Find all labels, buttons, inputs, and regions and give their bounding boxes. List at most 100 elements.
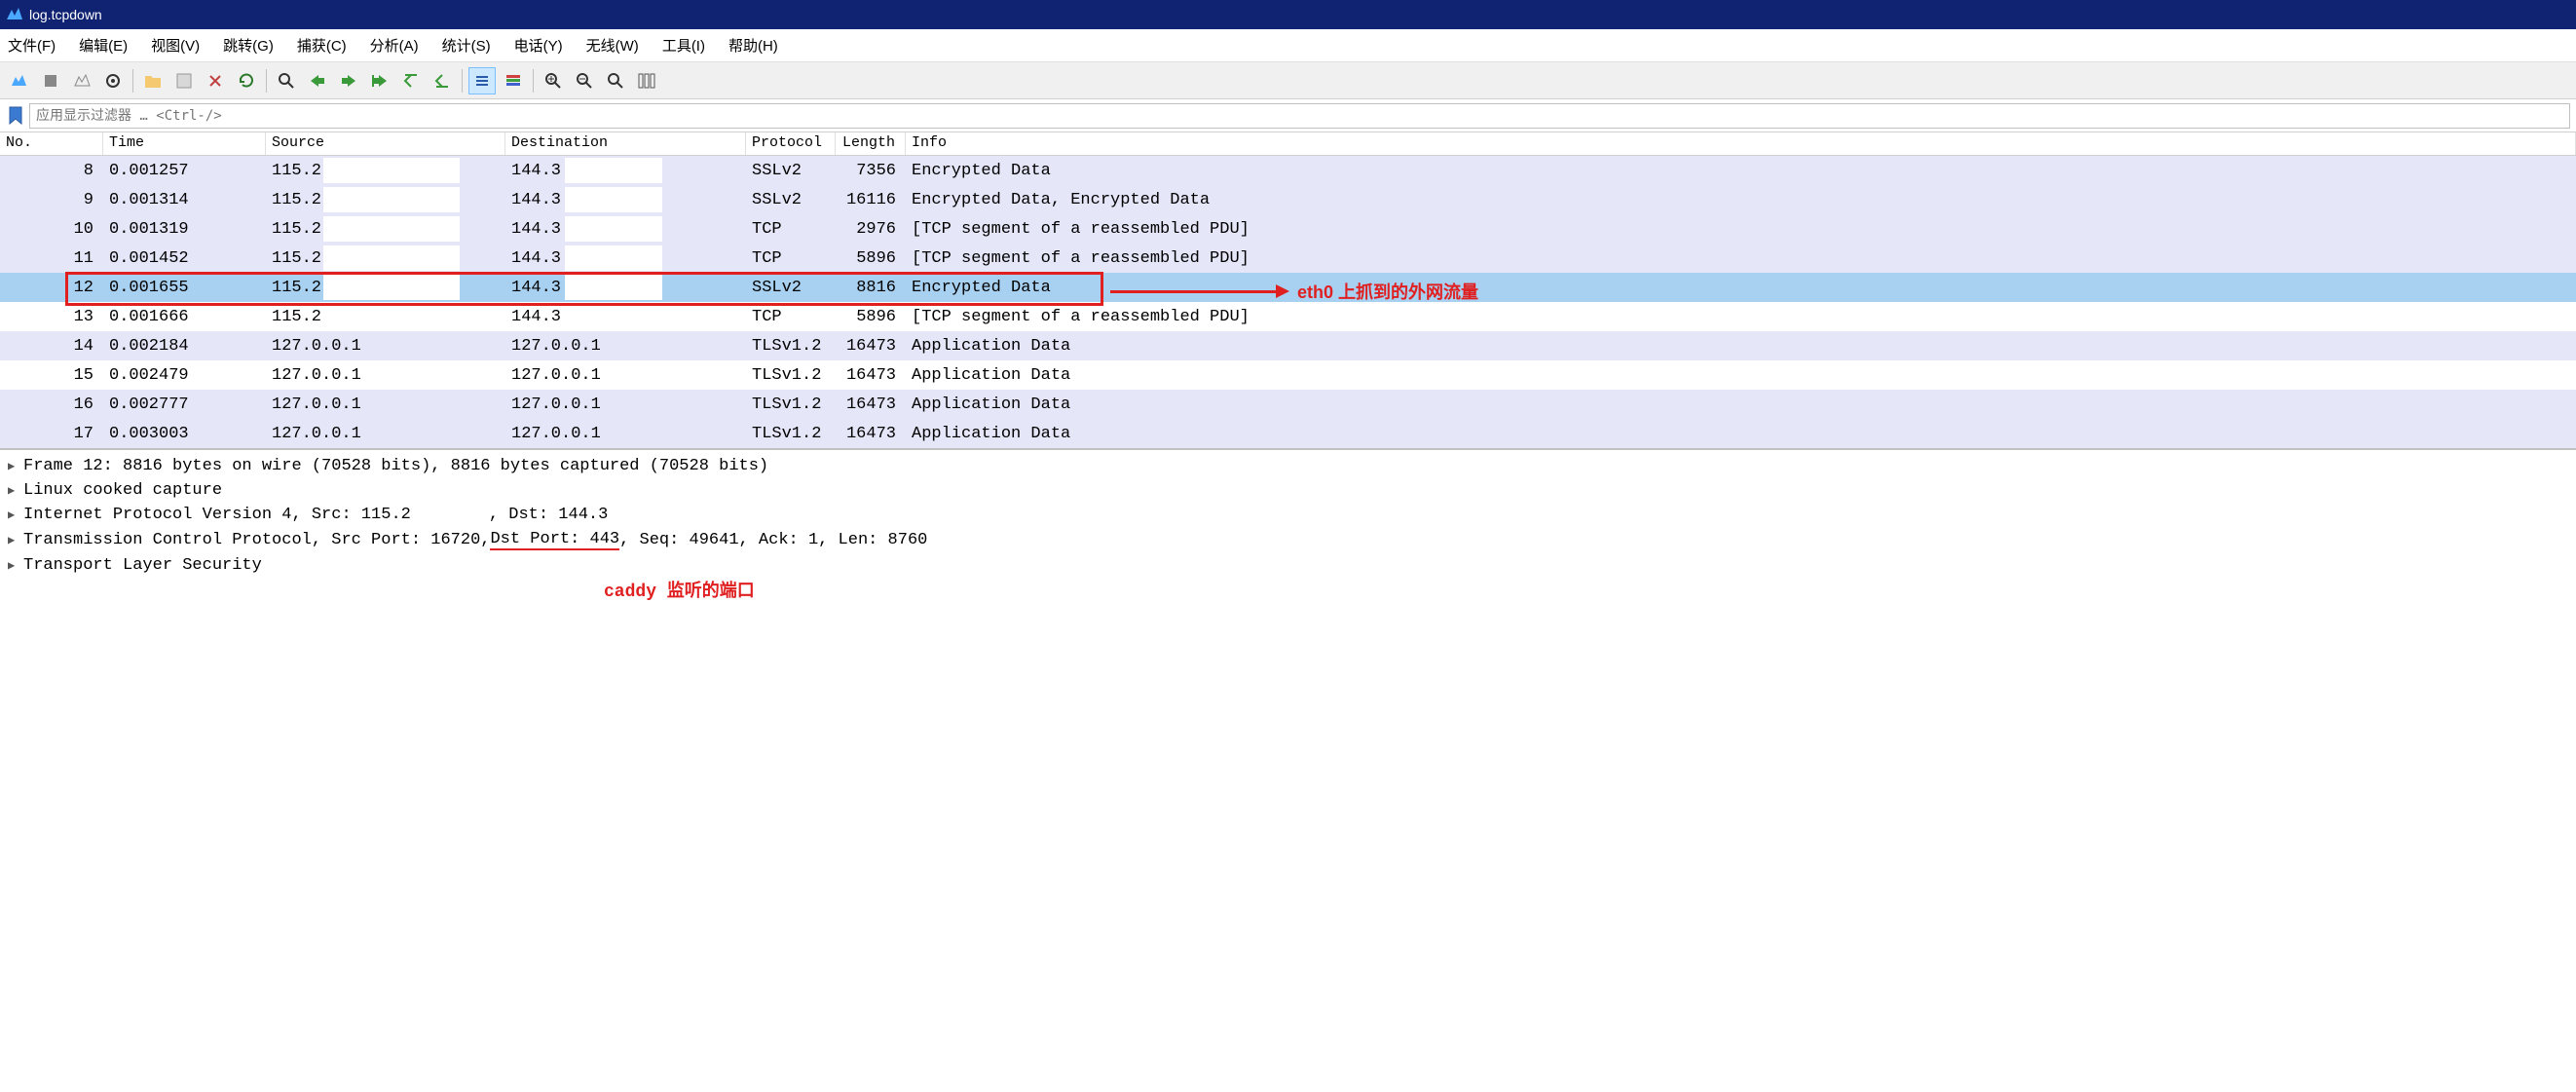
cell-protocol: SSLv2 xyxy=(746,277,836,299)
menu-telephony[interactable]: 电话(Y) xyxy=(514,35,563,56)
detail-tcp[interactable]: ▶ Transmission Control Protocol, Src Por… xyxy=(0,527,2576,553)
cell-info: Application Data xyxy=(906,364,2576,387)
menu-capture[interactable]: 捕获(C) xyxy=(297,35,347,56)
col-header-info[interactable]: Info xyxy=(906,132,2576,155)
auto-scroll-icon[interactable] xyxy=(468,67,496,94)
detail-tcp-dstport: Dst Port: 443 xyxy=(490,530,619,550)
packet-row[interactable]: 110.001452115.2144.3TCP5896[TCP segment … xyxy=(0,244,2576,273)
cell-destination: 127.0.0.1 xyxy=(505,364,746,387)
cell-no: 14 xyxy=(0,335,103,358)
stop-capture-icon[interactable] xyxy=(37,67,64,94)
cell-length: 16473 xyxy=(836,394,906,416)
detail-ip[interactable]: ▶ Internet Protocol Version 4, Src: 115.… xyxy=(0,503,2576,527)
cell-protocol: TCP xyxy=(746,218,836,241)
packet-row[interactable]: 100.001319115.2144.3TCP2976[TCP segment … xyxy=(0,214,2576,244)
detail-linux-cooked[interactable]: ▶ Linux cooked capture xyxy=(0,478,2576,503)
packet-row[interactable]: 150.002479127.0.0.1127.0.0.1TLSv1.216473… xyxy=(0,360,2576,390)
packet-row[interactable]: 130.001666115.2144.3TCP5896[TCP segment … xyxy=(0,302,2576,331)
src-redaction xyxy=(323,187,460,212)
col-header-time[interactable]: Time xyxy=(103,132,266,155)
chevron-right-icon: ▶ xyxy=(8,483,23,498)
resize-columns-icon[interactable] xyxy=(633,67,660,94)
go-to-packet-icon[interactable] xyxy=(366,67,393,94)
menu-file[interactable]: 文件(F) xyxy=(8,35,56,56)
cell-no: 16 xyxy=(0,394,103,416)
dst-redaction xyxy=(565,275,662,300)
open-file-icon[interactable] xyxy=(139,67,167,94)
chevron-right-icon: ▶ xyxy=(8,558,23,573)
cell-length: 5896 xyxy=(836,306,906,328)
col-header-destination[interactable]: Destination xyxy=(505,132,746,155)
reload-icon[interactable] xyxy=(233,67,260,94)
cell-info: Encrypted Data xyxy=(906,277,2576,299)
cell-time: 0.002777 xyxy=(103,394,266,416)
cell-protocol: TLSv1.2 xyxy=(746,335,836,358)
save-file-icon[interactable] xyxy=(170,67,198,94)
start-capture-icon[interactable] xyxy=(6,67,33,94)
ip-dst-redaction xyxy=(608,507,705,523)
detail-tls-text: Transport Layer Security xyxy=(23,556,262,575)
packet-list-header: No. Time Source Destination Protocol Len… xyxy=(0,132,2576,156)
display-filter-input[interactable] xyxy=(29,103,2570,129)
go-forward-icon[interactable] xyxy=(335,67,362,94)
close-file-icon[interactable] xyxy=(202,67,229,94)
col-header-source[interactable]: Source xyxy=(266,132,505,155)
packet-details-pane: ▶ Frame 12: 8816 bytes on wire (70528 bi… xyxy=(0,448,2576,582)
go-last-icon[interactable] xyxy=(429,67,456,94)
detail-tls[interactable]: ▶ Transport Layer Security xyxy=(0,553,2576,578)
cell-source: 127.0.0.1 xyxy=(266,394,505,416)
cell-info: Application Data xyxy=(906,394,2576,416)
col-header-no[interactable]: No. xyxy=(0,132,103,155)
packet-row[interactable]: 140.002184127.0.0.1127.0.0.1TLSv1.216473… xyxy=(0,331,2576,360)
app-icon xyxy=(6,6,23,23)
chevron-right-icon: ▶ xyxy=(8,459,23,473)
chevron-right-icon: ▶ xyxy=(8,533,23,547)
cell-no: 17 xyxy=(0,423,103,445)
zoom-out-icon[interactable] xyxy=(571,67,598,94)
src-redaction xyxy=(323,245,460,271)
menu-analyze[interactable]: 分析(A) xyxy=(370,35,419,56)
toolbar xyxy=(0,62,2576,99)
cell-length: 5896 xyxy=(836,247,906,270)
cell-length: 8816 xyxy=(836,277,906,299)
cell-no: 8 xyxy=(0,160,103,182)
separator xyxy=(132,69,133,93)
go-first-icon[interactable] xyxy=(397,67,425,94)
menu-wireless[interactable]: 无线(W) xyxy=(586,35,639,56)
packet-row[interactable]: 170.003003127.0.0.1127.0.0.1TLSv1.216473… xyxy=(0,419,2576,448)
go-back-icon[interactable] xyxy=(304,67,331,94)
cell-no: 10 xyxy=(0,218,103,241)
menu-help[interactable]: 帮助(H) xyxy=(728,35,778,56)
capture-options-icon[interactable] xyxy=(99,67,127,94)
cell-no: 13 xyxy=(0,306,103,328)
menu-view[interactable]: 视图(V) xyxy=(151,35,200,56)
dst-redaction xyxy=(565,158,662,183)
packet-row[interactable]: 80.001257115.2144.3SSLv27356Encrypted Da… xyxy=(0,156,2576,185)
packet-row[interactable]: 160.002777127.0.0.1127.0.0.1TLSv1.216473… xyxy=(0,390,2576,419)
cell-protocol: TCP xyxy=(746,247,836,270)
colorize-icon[interactable] xyxy=(500,67,527,94)
col-header-protocol[interactable]: Protocol xyxy=(746,132,836,155)
dst-redaction xyxy=(565,187,662,212)
detail-frame[interactable]: ▶ Frame 12: 8816 bytes on wire (70528 bi… xyxy=(0,454,2576,478)
detail-tcp-pre: Transmission Control Protocol, Src Port:… xyxy=(23,531,490,549)
cell-length: 16473 xyxy=(836,423,906,445)
find-icon[interactable] xyxy=(273,67,300,94)
menu-tools[interactable]: 工具(I) xyxy=(662,35,705,56)
cell-no: 9 xyxy=(0,189,103,211)
col-header-length[interactable]: Length xyxy=(836,132,906,155)
cell-length: 7356 xyxy=(836,160,906,182)
packet-row[interactable]: 120.001655115.2144.3SSLv28816Encrypted D… xyxy=(0,273,2576,302)
packet-row[interactable]: 90.001314115.2144.3SSLv216116Encrypted D… xyxy=(0,185,2576,214)
src-redaction xyxy=(323,216,460,242)
menu-edit[interactable]: 编辑(E) xyxy=(79,35,128,56)
cell-source: 127.0.0.1 xyxy=(266,335,505,358)
zoom-reset-icon[interactable] xyxy=(602,67,629,94)
restart-capture-icon[interactable] xyxy=(68,67,95,94)
detail-tcp-post: , Seq: 49641, Ack: 1, Len: 8760 xyxy=(619,531,927,549)
bookmark-icon[interactable] xyxy=(6,104,25,128)
zoom-in-icon[interactable] xyxy=(540,67,567,94)
menu-statistics[interactable]: 统计(S) xyxy=(442,35,491,56)
cell-length: 16473 xyxy=(836,335,906,358)
menu-go[interactable]: 跳转(G) xyxy=(223,35,274,56)
